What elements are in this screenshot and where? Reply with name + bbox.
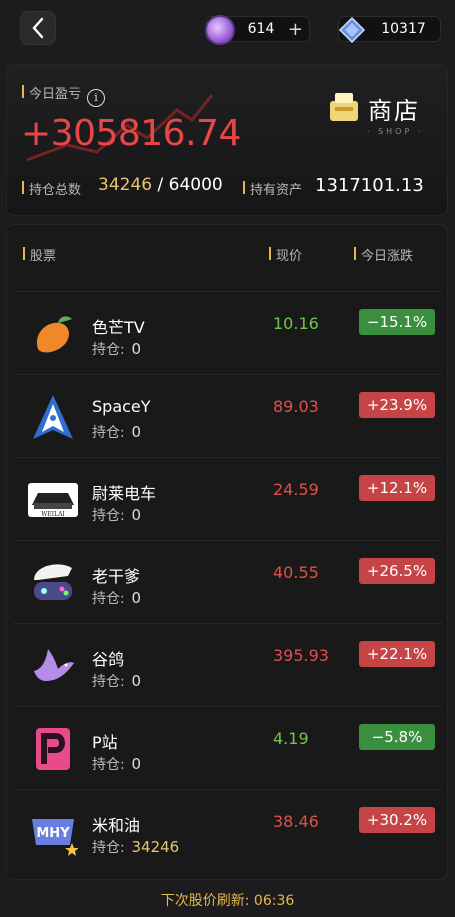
svg-text:MHY: MHY	[36, 826, 70, 841]
stock-holding: 持仓: 0	[92, 588, 141, 608]
gem-currency-icon	[205, 15, 235, 45]
mango-icon	[28, 309, 78, 359]
refresh-time: 06:36	[253, 893, 295, 909]
hold-value: 34246	[131, 838, 180, 856]
shop-label: 商店	[368, 97, 420, 125]
stock-row[interactable]: P站持仓: 0 4.19 −5.8%	[13, 706, 443, 789]
chevron-left-icon	[32, 17, 44, 39]
crystal-currency-icon	[338, 16, 366, 44]
shop-sub: · SHOP ·	[367, 127, 424, 136]
hold-value: 0	[131, 506, 142, 524]
hold-value: 0	[131, 589, 142, 607]
col-stock-header: 股票	[23, 245, 56, 264]
change-badge: +26.5%	[359, 558, 435, 584]
hold-label: 持仓:	[92, 757, 125, 773]
add-gem-button[interactable]: +	[288, 19, 303, 40]
crystal-balance: 10317	[338, 16, 441, 44]
stock-row[interactable]: 谷鸽持仓: 0 395.93 +22.1%	[13, 623, 443, 706]
stock-price: 395.93	[273, 646, 329, 665]
stock-price: 38.46	[273, 812, 319, 831]
hold-label: 持仓:	[92, 425, 125, 441]
p-site-icon	[28, 724, 78, 774]
back-button[interactable]	[20, 11, 56, 45]
change-badge: −15.1%	[359, 309, 435, 335]
svg-text:WEILAI: WEILAI	[41, 511, 65, 518]
refresh-label: 下次股价刷新:	[160, 893, 250, 909]
col-change-header: 今日涨跌	[354, 245, 413, 264]
dove-icon	[28, 641, 78, 691]
stock-name: 色芒TV	[92, 318, 145, 337]
gem-value: 614	[247, 21, 275, 37]
col-price-header: 现价	[269, 245, 302, 264]
top-bar: 614 + 10317	[0, 0, 455, 60]
stock-name: SpaceY	[92, 397, 151, 416]
stock-row[interactable]: 色芒TV 持仓: 0 10.16 −15.1%	[13, 291, 443, 374]
holdings-count: 34246 / 64000	[98, 175, 223, 195]
hold-label: 持仓:	[92, 591, 125, 607]
stock-name: 米和油	[92, 816, 141, 835]
hold-label: 持仓:	[92, 674, 125, 690]
shop-bag-icon	[330, 93, 358, 121]
stock-name: 谷鸽	[92, 650, 125, 669]
change-badge: +22.1%	[359, 641, 435, 667]
holdings-max: 64000	[168, 175, 223, 195]
change-badge: +23.9%	[359, 392, 435, 418]
gem-balance: 614 +	[205, 15, 310, 45]
stock-row[interactable]: 老干爹持仓: 0 40.55 +26.5%	[13, 540, 443, 623]
stock-price: 40.55	[273, 563, 319, 582]
stock-row[interactable]: WEILAI 尉莱电车持仓: 0 24.59 +12.1%	[13, 457, 443, 540]
change-badge: −5.8%	[359, 724, 435, 750]
stock-holding: 持仓: 0	[92, 505, 141, 525]
change-badge: +30.2%	[359, 807, 435, 833]
crystal-value: 10317	[381, 21, 426, 37]
assets-value: 1317101.13	[315, 175, 424, 196]
gamer-icon	[28, 558, 78, 608]
hold-value: 0	[131, 672, 142, 690]
hold-value: 0	[131, 755, 142, 773]
stock-price: 10.16	[273, 314, 319, 333]
holdings-label: 持仓总数	[22, 179, 81, 198]
summary-panel: 今日盈亏 i +305816.74 商店 · SHOP · 持仓总数 34246 …	[6, 64, 448, 216]
stock-holding: 持仓: 0	[92, 754, 141, 774]
holdings-value: 34246	[98, 175, 153, 195]
hold-label: 持仓:	[92, 508, 125, 524]
stock-table: 股票 现价 今日涨跌 色芒TV 持仓: 0 10.16 −15.1% SpaceY 持仓:…	[6, 224, 448, 880]
hold-label: 持仓:	[92, 840, 125, 856]
shop-button[interactable]: 商店 · SHOP ·	[325, 81, 435, 141]
stock-holding: 持仓: 0	[92, 339, 141, 359]
holdings-sep: /	[157, 175, 164, 195]
stock-row[interactable]: MHY 米和油持仓: 34246 38.46 +30.2%	[13, 789, 443, 872]
hold-label: 持仓:	[92, 342, 125, 358]
stock-name: 老干爹	[92, 567, 141, 586]
info-icon[interactable]: i	[87, 89, 106, 107]
stock-holding: 持仓: 0	[92, 422, 141, 442]
stock-price: 24.59	[273, 480, 319, 499]
stock-name: P站	[92, 733, 118, 752]
today-pl-label-text: 今日盈亏	[29, 87, 82, 102]
mhy-icon: MHY	[28, 807, 79, 857]
hold-value: 0	[131, 423, 142, 441]
change-badge: +12.1%	[359, 475, 435, 501]
stock-price: 89.03	[273, 397, 319, 416]
rocket-icon	[28, 392, 78, 442]
today-pl-value: +305816.74	[21, 113, 241, 154]
assets-label: 持有资产	[243, 179, 302, 198]
car-icon: WEILAI	[28, 475, 78, 525]
refresh-timer: 下次股价刷新: 06:36	[0, 890, 455, 910]
stock-holding: 持仓: 0	[92, 671, 141, 691]
stock-price: 4.19	[273, 729, 309, 748]
today-pl-label: 今日盈亏 i	[22, 83, 106, 107]
stock-holding: 持仓: 34246	[92, 837, 179, 857]
stock-name: 尉莱电车	[92, 484, 157, 503]
hold-value: 0	[131, 340, 142, 358]
stock-row[interactable]: SpaceY 持仓: 0 89.03 +23.9%	[13, 374, 443, 457]
